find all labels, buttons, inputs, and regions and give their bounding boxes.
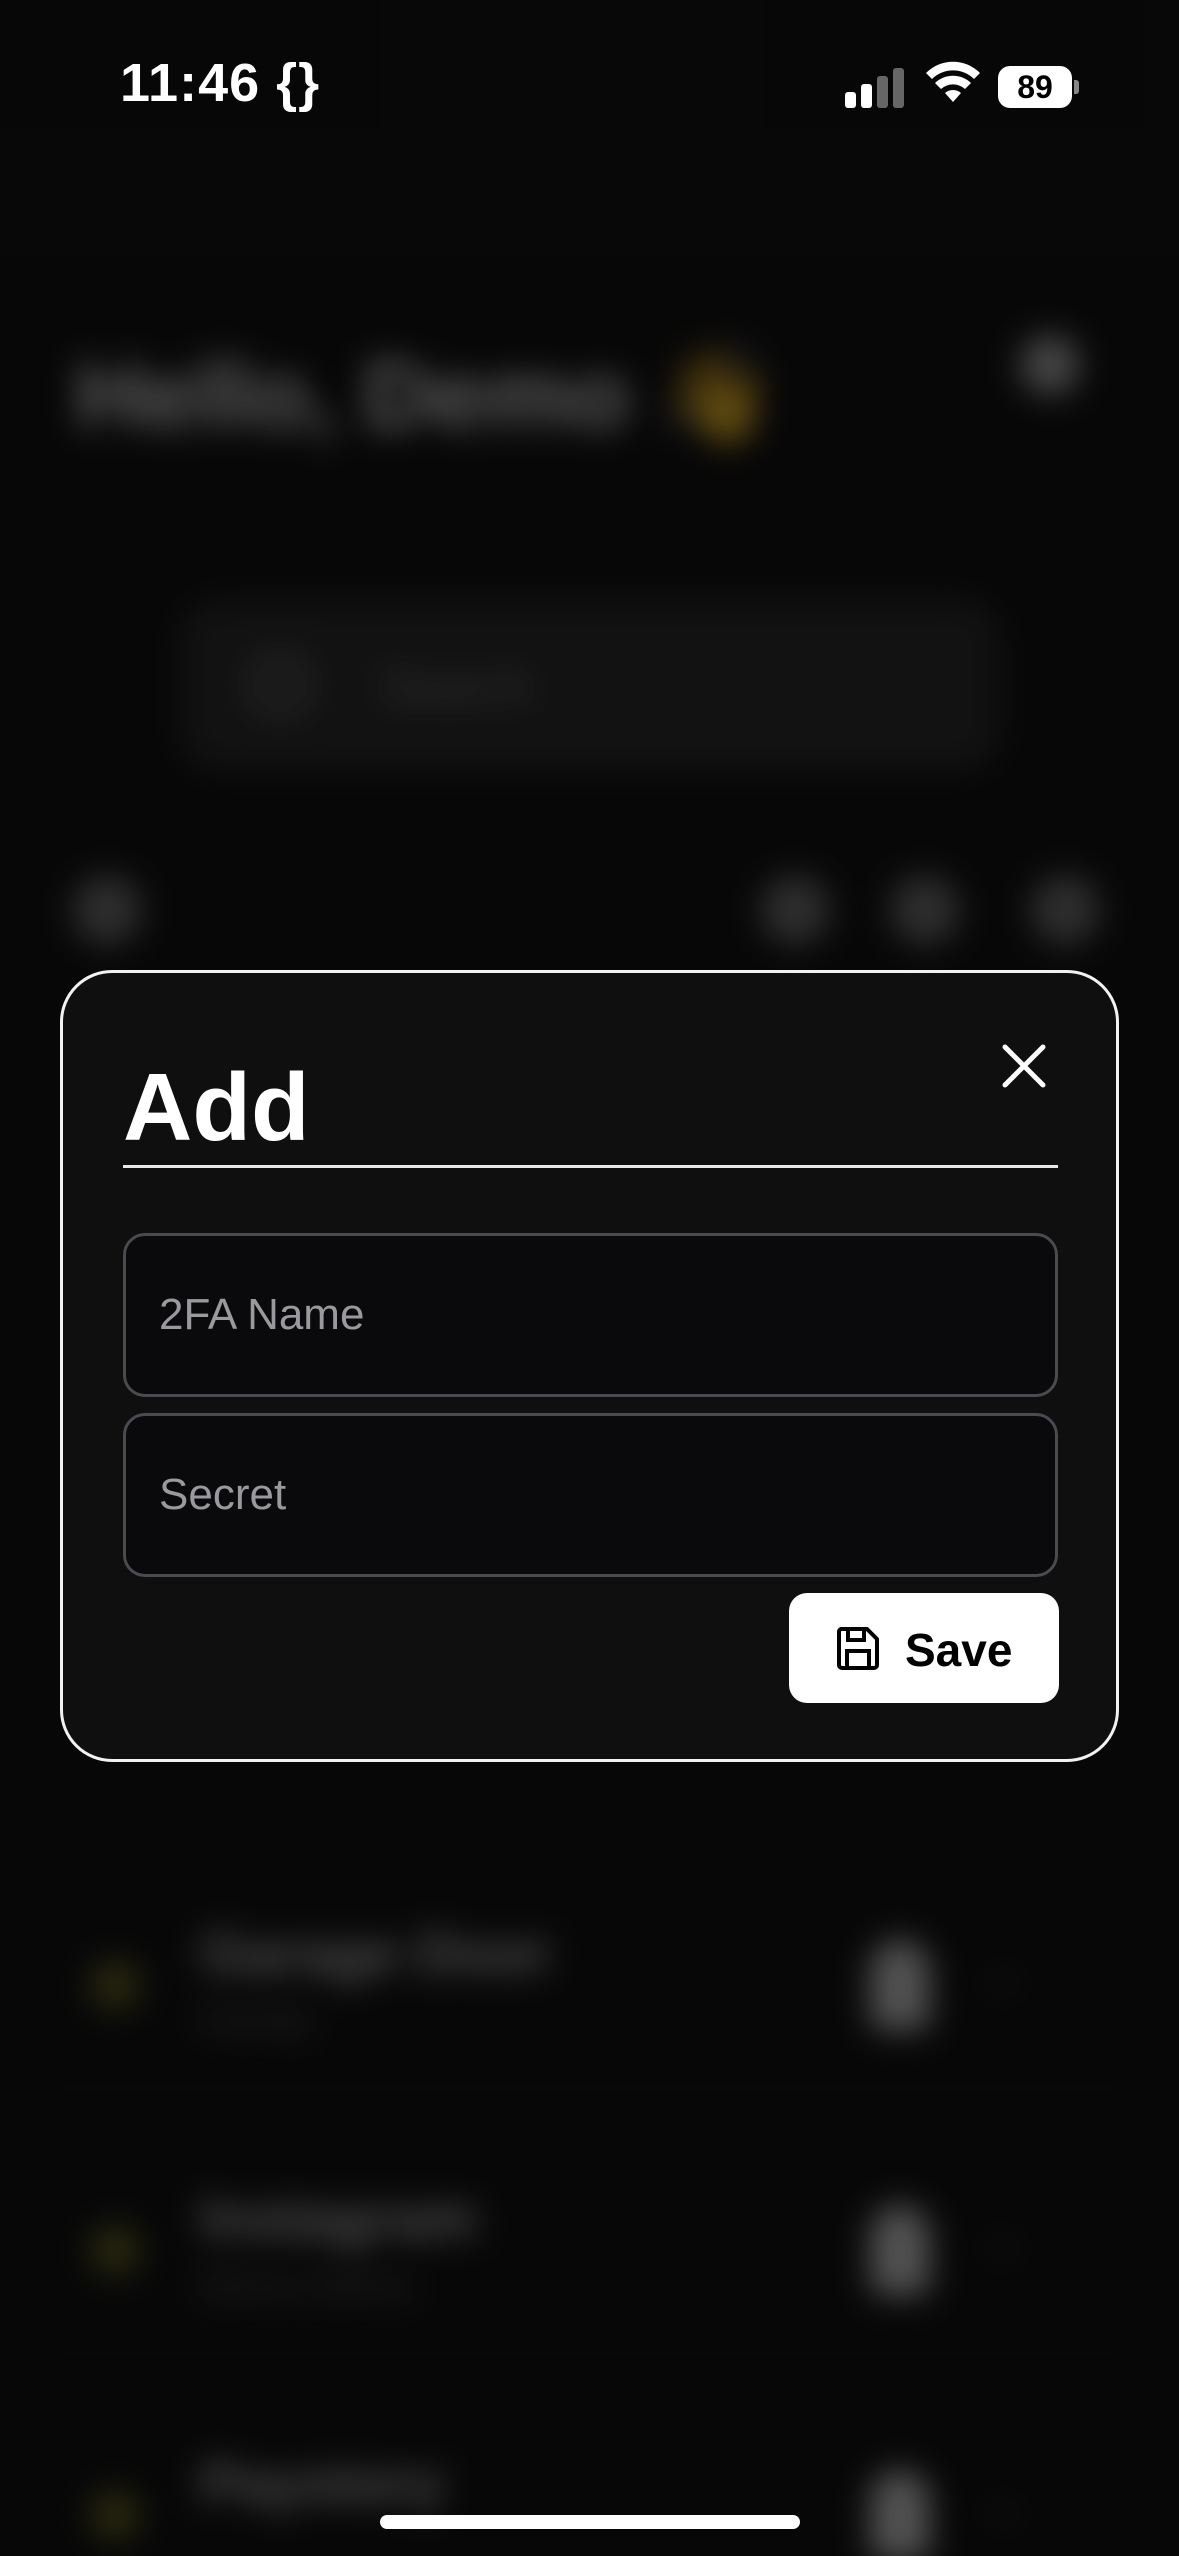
secret-field[interactable] — [123, 1413, 1058, 1577]
battery-level: 89 — [998, 66, 1072, 108]
wifi-icon — [926, 61, 980, 102]
2fa-name-input[interactable] — [126, 1236, 1055, 1394]
add-2fa-modal: Add Save — [60, 970, 1119, 1762]
status-time: 11:46 {} — [120, 53, 321, 113]
home-indicator[interactable] — [380, 2515, 800, 2529]
status-bar: 11:46 {} 89 — [0, 0, 1179, 170]
battery-icon: 89 — [998, 66, 1079, 108]
modal-title: Add — [123, 1054, 310, 1161]
cellular-signal-icon — [845, 66, 905, 108]
save-button[interactable]: Save — [789, 1593, 1059, 1703]
secret-input[interactable] — [126, 1416, 1055, 1574]
name-field[interactable] — [123, 1233, 1058, 1397]
floppy-disk-icon — [837, 1627, 879, 1670]
close-icon[interactable] — [989, 1031, 1059, 1101]
save-label: Save — [905, 1624, 1013, 1676]
title-divider — [123, 1165, 1058, 1168]
